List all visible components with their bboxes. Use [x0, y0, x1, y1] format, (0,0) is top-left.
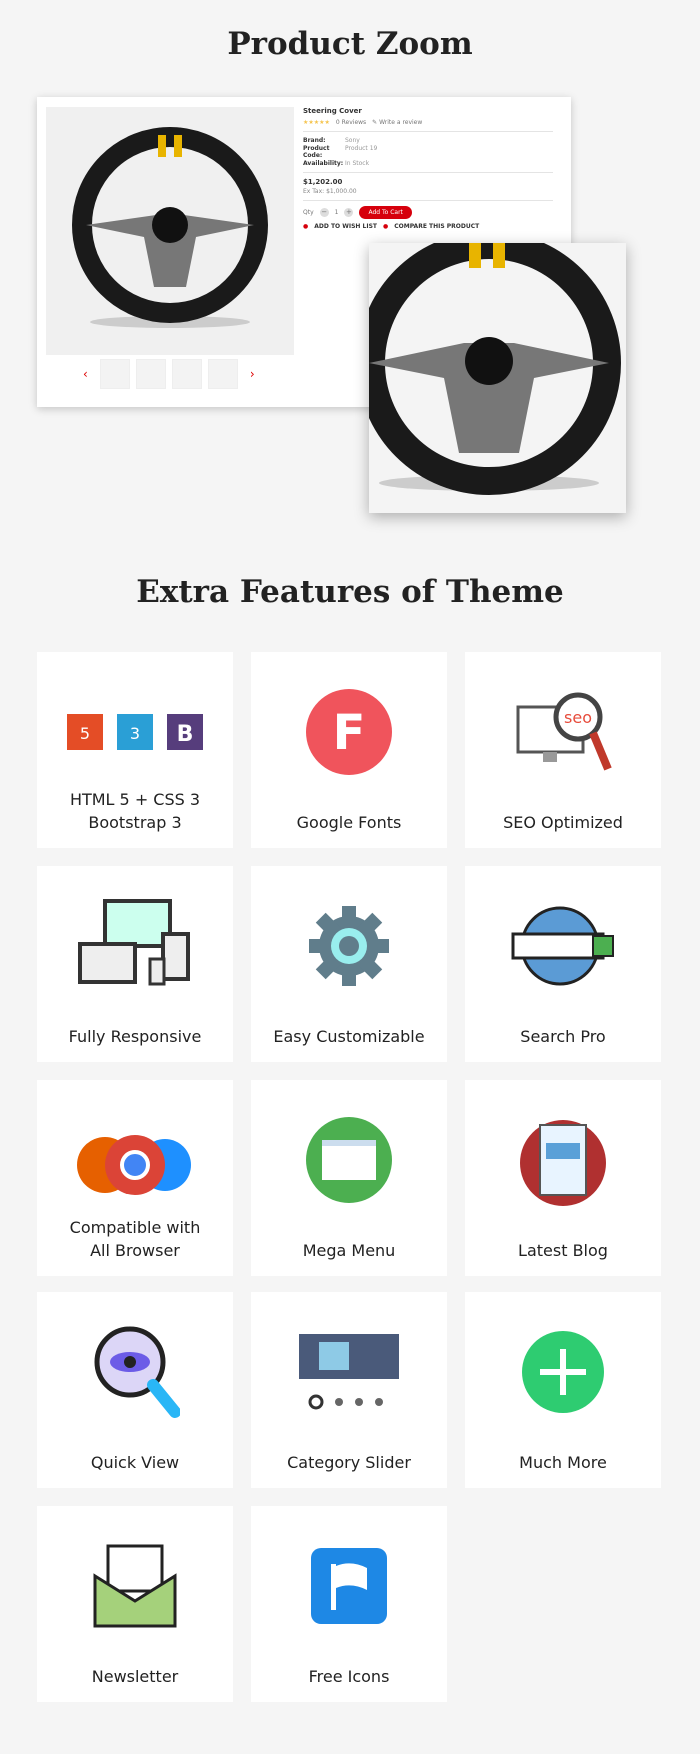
thumb-next-arrow[interactable]: › [244, 367, 261, 381]
feature-card: Fully Responsive [37, 866, 233, 1062]
html-css-bootstrap-icon: 5 3 B [37, 682, 233, 782]
flag-icon [251, 1536, 447, 1636]
feature-label: Much More [519, 1453, 607, 1472]
feature-card: Quick View [37, 1292, 233, 1488]
feature-card: Much More [465, 1292, 661, 1488]
svg-text:B: B [177, 722, 194, 747]
feature-label: Easy Customizable [273, 1027, 425, 1046]
browsers-icon [37, 1110, 233, 1210]
write-review-label: Write a review [379, 119, 423, 126]
feature-label: Category Slider [287, 1453, 411, 1472]
add-to-cart-button[interactable]: Add To Cart [359, 206, 412, 219]
feature-card: Free Icons [251, 1506, 447, 1702]
feature-card: Mega Menu [251, 1080, 447, 1276]
thumbnail[interactable] [135, 359, 166, 389]
write-review-link[interactable]: ✎ Write a review [372, 119, 422, 126]
price: $1,202.00 [303, 178, 343, 186]
feature-card: Search Pro [465, 866, 661, 1062]
feature-label: Free Icons [308, 1667, 390, 1686]
code-value: Product 19 [345, 145, 378, 152]
mega-menu-icon [251, 1110, 447, 1210]
envelope-icon [37, 1536, 233, 1636]
heart-icon: ● [303, 223, 309, 230]
thumbnail[interactable] [171, 359, 202, 389]
zoomed-product-image [369, 243, 626, 513]
brand-label: Brand: [303, 137, 326, 144]
compare-link[interactable]: COMPARE THIS PRODUCT [394, 223, 479, 230]
feature-label: Google Fonts [296, 813, 402, 832]
feature-card: Newsletter [37, 1506, 233, 1702]
feature-card: Compatible with All Browser [37, 1080, 233, 1276]
svg-text:3: 3 [130, 724, 140, 743]
feature-label: Latest Blog [518, 1241, 608, 1260]
thumbnail[interactable] [99, 359, 130, 389]
feature-label: SEO Optimized [503, 813, 623, 832]
feature-card: F Google Fonts [251, 652, 447, 848]
availability-value: In Stock [345, 160, 370, 167]
product-name: Steering Cover [303, 107, 362, 115]
feature-label: Quick View [90, 1453, 180, 1472]
svg-text:F: F [333, 705, 366, 761]
qty-plus-button[interactable]: + [344, 208, 354, 217]
plus-icon [465, 1322, 661, 1422]
reviews-link[interactable]: 0 Reviews [336, 119, 366, 126]
globe-search-icon [465, 896, 661, 996]
feature-card: 5 3 B HTML 5 + CSS 3 Bootstrap 3 [37, 652, 233, 848]
google-fonts-icon: F [251, 682, 447, 782]
feature-label: Mega Menu [302, 1241, 396, 1260]
blog-icon [465, 1110, 661, 1210]
feature-card: Category Slider [251, 1292, 447, 1488]
svg-text:seo: seo [564, 708, 592, 727]
ex-tax: Ex Tax: $1,000.00 [303, 188, 357, 195]
feature-label: Fully Responsive [68, 1027, 202, 1046]
qty-minus-button[interactable]: − [319, 208, 329, 217]
section-title-product-zoom: Product Zoom [227, 26, 473, 62]
qty-input[interactable]: 1 [335, 209, 339, 216]
feature-label: Newsletter [91, 1667, 179, 1686]
section-title-extra-features: Extra Features of Theme [136, 574, 564, 610]
magnifier-eye-icon [37, 1322, 233, 1422]
product-main-image[interactable] [46, 107, 294, 355]
brand-value[interactable]: Sony [345, 137, 360, 144]
feature-label: Search Pro [520, 1027, 606, 1046]
gear-icon [251, 896, 447, 996]
feature-label: HTML 5 + CSS 3 Bootstrap 3 [69, 790, 201, 832]
code-label: Product Code: [303, 145, 330, 159]
svg-text:5: 5 [80, 724, 90, 743]
thumbnail[interactable] [207, 359, 238, 389]
compare-icon: ● [382, 223, 389, 230]
slider-icon [251, 1322, 447, 1422]
thumb-prev-arrow[interactable]: ‹ [77, 367, 94, 381]
feature-label: Compatible with All Browser [69, 1218, 201, 1260]
wishlist-link[interactable]: ADD TO WISH LIST [314, 223, 377, 230]
feature-card: Latest Blog [465, 1080, 661, 1276]
feature-card: Easy Customizable [251, 866, 447, 1062]
star-rating: ★★★★★ [303, 119, 330, 126]
seo-icon: seo [465, 682, 661, 782]
qty-label: Qty [303, 209, 314, 216]
feature-card: seo SEO Optimized [465, 652, 661, 848]
responsive-devices-icon [37, 896, 233, 996]
availability-label: Availability: [303, 160, 344, 167]
